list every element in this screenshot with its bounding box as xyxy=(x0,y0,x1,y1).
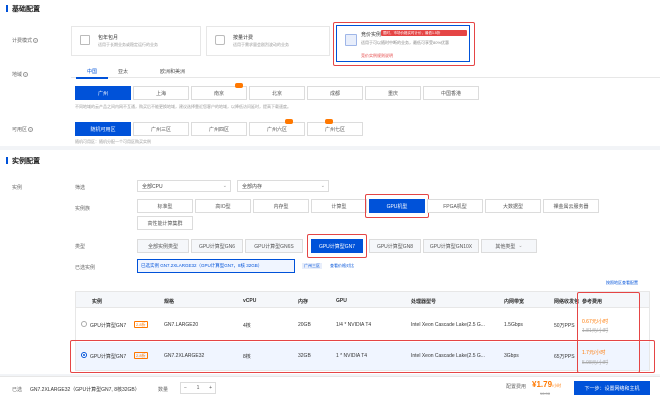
billing-postpaid-desc: 适用于需求量会剧烈波动的业务 xyxy=(233,42,289,47)
cpu-filter-select[interactable]: 全部CPU ⌄ xyxy=(137,180,231,192)
footer-price: ¥1.79/小时 xyxy=(532,380,562,389)
selected-zone-tag: 广州三区 xyxy=(302,263,322,269)
selected-instance-value: 已选实例 GN7.2XLARGE32（GPU计算型GN7，8核 32GB） xyxy=(141,263,263,268)
selected-instance-label: 已选实例 xyxy=(75,265,96,271)
instance-label: 实例 xyxy=(12,185,23,191)
billing-prepaid-desc: 适用于长期业务或稳定运行的业务 xyxy=(98,42,158,47)
row-discount-tag: 2.8折 xyxy=(134,321,148,328)
type-gn10x[interactable]: GPU计算型GN10X xyxy=(423,239,479,253)
filter-label: 筛选 xyxy=(75,185,86,191)
th-mem: 内存 xyxy=(298,299,309,305)
fee-label: 配置费用 xyxy=(506,384,527,390)
type-gn7-highlight xyxy=(307,234,367,258)
instance-config-title: 实例配置 xyxy=(6,156,40,166)
row-mem: 20GB xyxy=(298,322,311,328)
family-highio[interactable]: 高IO型 xyxy=(195,199,251,213)
billing-postpaid-card[interactable]: 按量计费 适用于需求量会剧烈波动的业务 xyxy=(206,26,330,56)
family-baremetal[interactable]: 裸金属云服务器 xyxy=(543,199,599,213)
type-label: 类型 xyxy=(75,244,86,250)
region-group-euam[interactable]: 欧洲和美洲 xyxy=(160,68,185,75)
zone-note: 随机可用区：随机分配一个可用区购买实例 xyxy=(75,139,151,144)
footer-selected-value: GN7.2XLARGE32（GPU计算型GN7, 8核32GB） xyxy=(30,387,140,393)
th-vcpu: vCPU xyxy=(243,298,257,304)
region-group-apac[interactable]: 亚太 xyxy=(118,68,128,75)
price-column-highlight xyxy=(577,292,640,373)
footer-orig-price: ¥6.98 xyxy=(540,391,551,396)
info-icon: ? xyxy=(28,127,34,133)
qty-stepper[interactable]: − 1 + xyxy=(180,382,216,394)
zone-gz3[interactable]: 广州三区 xyxy=(133,122,189,136)
family-standard[interactable]: 标准型 xyxy=(137,199,193,213)
row-bandwidth: 1.5Gbps xyxy=(504,322,523,328)
region-chongqing[interactable]: 重庆 xyxy=(365,86,421,100)
th-cpu-model: 处理器型号 xyxy=(411,299,437,305)
region-hongkong[interactable]: 中国香港 xyxy=(423,86,479,100)
row-radio[interactable] xyxy=(81,321,87,327)
zone-new-badge xyxy=(325,119,333,124)
region-label: 地域? xyxy=(12,72,29,78)
spot-highlight-box xyxy=(333,22,475,66)
region-nanjing[interactable]: 南京 xyxy=(191,86,247,100)
region-guangzhou[interactable]: 广州 xyxy=(75,86,131,100)
zone-label: 可用区? xyxy=(12,127,34,133)
billing-postpaid-title: 按量计费 xyxy=(233,35,254,41)
row-spec: GN7.LARGE20 xyxy=(164,322,199,328)
chevron-down-icon: ⌄ xyxy=(320,183,325,189)
family-label: 实例族 xyxy=(75,206,91,212)
family-memory[interactable]: 内存型 xyxy=(253,199,309,213)
region-shanghai[interactable]: 上海 xyxy=(133,86,189,100)
basic-config-title: 基础配置 xyxy=(6,4,40,14)
row-instance: GPU计算型GN7 xyxy=(90,323,127,329)
chevron-down-icon: ⌄ xyxy=(518,243,523,249)
row-cpu-model: Intel Xeon Cascade Lake(2.5 G... xyxy=(411,322,485,328)
footer-selected-label: 已选 xyxy=(12,387,23,393)
info-icon: ? xyxy=(33,38,39,44)
qty-value: 1 xyxy=(196,385,200,391)
zone-gz7[interactable]: 广州七区 xyxy=(307,122,363,136)
th-bandwidth: 内网带宽 xyxy=(504,299,525,305)
region-beijing[interactable]: 北京 xyxy=(249,86,305,100)
zone-new-badge xyxy=(285,119,293,124)
row-gpu: 1/4 * NVIDIA T4 xyxy=(336,322,372,328)
next-step-button[interactable]: 下一步：设置网络和主机 xyxy=(574,381,650,395)
family-gpu-highlight xyxy=(365,194,429,218)
qty-label: 数量 xyxy=(158,387,169,393)
zone-random[interactable]: 随机可用区 xyxy=(75,122,131,136)
config-by-region-link[interactable]: 按照地区查看配置 xyxy=(606,280,638,286)
meter-icon xyxy=(215,35,225,45)
row-pps: 50万PPS xyxy=(554,323,575,329)
type-gn8[interactable]: GPU计算型GN8 xyxy=(369,239,421,253)
family-hpc[interactable]: 高性能计算集群 xyxy=(137,216,193,230)
type-all[interactable]: 全部实例类型 xyxy=(137,239,189,253)
selected-row-highlight xyxy=(70,340,655,373)
th-gpu: GPU xyxy=(336,298,347,304)
qty-minus-button[interactable]: − xyxy=(184,385,187,391)
th-instance: 实例 xyxy=(92,299,103,305)
calendar-icon xyxy=(80,35,90,45)
zone-gz4[interactable]: 广州四区 xyxy=(191,122,247,136)
qty-plus-button[interactable]: + xyxy=(209,385,212,391)
info-icon: ? xyxy=(23,72,29,78)
region-chengdu[interactable]: 成都 xyxy=(307,86,363,100)
zone-gz6[interactable]: 广州六区 xyxy=(249,122,305,136)
family-bigdata[interactable]: 大数据型 xyxy=(485,199,541,213)
row-vcpu: 4核 xyxy=(243,323,251,329)
th-pps: 网络收发包 xyxy=(554,299,580,305)
family-compute[interactable]: 计算型 xyxy=(311,199,367,213)
region-new-badge xyxy=(235,83,243,88)
price-compare-link[interactable]: 查看价格对比 xyxy=(330,263,354,269)
billing-prepaid-title: 包年包月 xyxy=(98,35,119,41)
type-gn6s[interactable]: GPU计算型GN6S xyxy=(245,239,303,253)
region-group-active-bar xyxy=(76,77,108,79)
chevron-down-icon: ⌄ xyxy=(222,183,227,189)
billing-prepaid-card[interactable]: 包年包月 适用于长期业务或稳定运行的业务 xyxy=(71,26,201,56)
th-spec: 规格 xyxy=(164,299,175,305)
region-group-china[interactable]: 中国 xyxy=(80,68,104,75)
type-other[interactable]: 其他类型 ⌄ xyxy=(481,239,537,253)
family-fpga[interactable]: FPGA机型 xyxy=(427,199,483,213)
billing-label: 计费模式? xyxy=(12,38,39,44)
mem-filter-select[interactable]: 全部内存 ⌄ xyxy=(237,180,329,192)
region-note: 不同地域的云产品之间内网不互通，购买后不能更换地域，建议选择靠近您客户的地域，以… xyxy=(75,104,291,109)
type-gn6[interactable]: GPU计算型GN6 xyxy=(191,239,243,253)
